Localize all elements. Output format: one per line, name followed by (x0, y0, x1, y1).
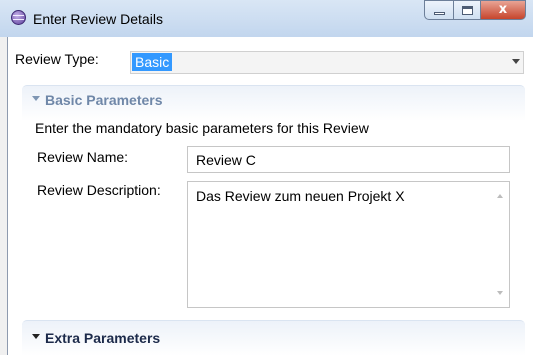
review-name-label: Review Name: (37, 149, 129, 165)
review-type-select[interactable]: Basic (130, 51, 524, 74)
scroll-up-icon[interactable] (497, 194, 503, 198)
close-button[interactable]: x (480, 0, 526, 20)
review-description-textarea[interactable]: Das Review zum neuen Projekt X (187, 181, 510, 308)
triangle-down-icon[interactable] (32, 96, 40, 101)
minimize-icon (434, 12, 445, 15)
extra-parameters-section-header[interactable]: Extra Parameters (22, 320, 525, 356)
section-description: Enter the mandatory basic parameters for… (35, 120, 369, 136)
scroll-down-icon[interactable] (497, 291, 503, 295)
triangle-down-icon[interactable] (32, 334, 40, 339)
review-description-value: Das Review zum neuen Projekt X (196, 188, 405, 204)
maximize-button[interactable] (453, 0, 481, 20)
review-type-label: Review Type: (15, 51, 99, 67)
basic-parameters-section-header[interactable]: Basic Parameters (22, 85, 525, 121)
maximize-icon (462, 6, 473, 15)
close-icon: x (498, 2, 508, 17)
description-scrollbar[interactable] (492, 182, 509, 307)
review-dialog-window: Enter Review Details x Review Type: Basi… (0, 0, 533, 356)
minimize-button[interactable] (424, 0, 454, 20)
extra-parameters-title: Extra Parameters (45, 330, 161, 346)
window-title: Enter Review Details (33, 11, 163, 27)
basic-parameters-title: Basic Parameters (45, 92, 163, 108)
title-bar[interactable]: Enter Review Details x (0, 0, 533, 37)
review-description-label: Review Description: (37, 182, 161, 198)
review-name-value: Review C (196, 152, 256, 168)
review-type-value: Basic (132, 53, 173, 71)
review-name-input[interactable]: Review C (187, 146, 510, 173)
review-app-icon (11, 10, 26, 25)
chevron-down-icon[interactable] (512, 59, 520, 64)
